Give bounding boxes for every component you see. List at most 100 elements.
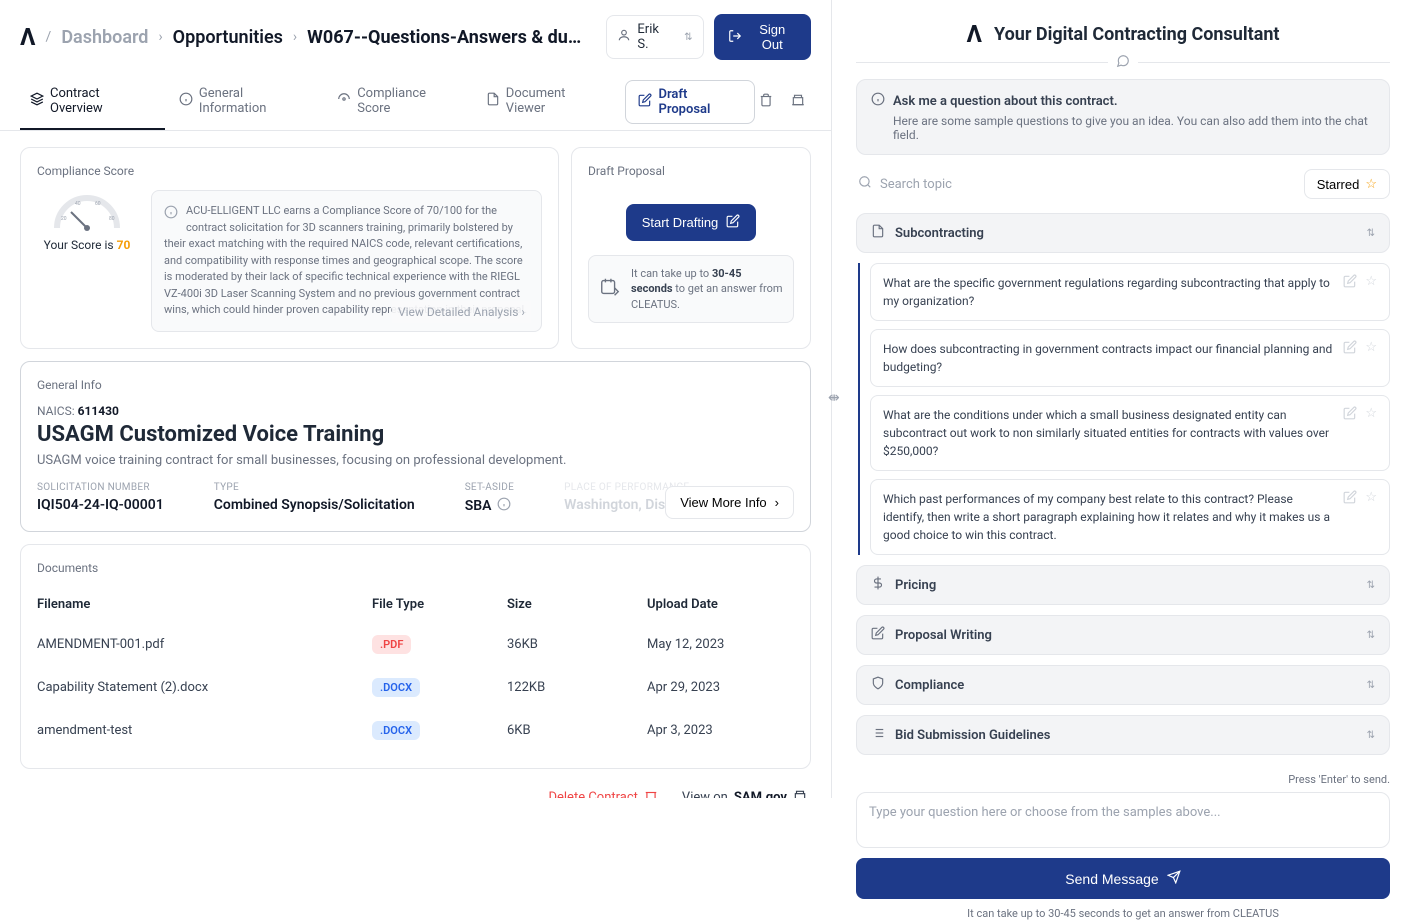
dollar-icon [871,576,885,594]
accordion-bid-submission[interactable]: Bid Submission Guidelines ⇅ [856,715,1390,755]
documents-card-title: Documents [37,561,794,575]
tab-draft-proposal[interactable]: Draft Proposal [625,80,755,124]
building-icon [793,789,807,799]
search-placeholder: Search topic [880,177,952,192]
file-icon [486,92,500,110]
star-icon[interactable]: ☆ [1365,340,1377,358]
question-item[interactable]: What are the conditions under which a sm… [870,395,1390,471]
list-icon [871,726,885,744]
col-upload: Upload Date [647,597,794,612]
cell-filetype: .DOCX [372,680,507,695]
accordion-title: Bid Submission Guidelines [895,728,1050,743]
tab-contract-overview[interactable]: Contract Overview [20,74,165,130]
view-more-info-button[interactable]: View More Info › [665,486,794,519]
contract-title: USAGM Customized Voice Training [37,422,794,447]
cell-size: 6KB [507,723,647,738]
delete-label: Delete Contract [548,790,637,798]
search-icon [858,175,872,193]
svg-text:20: 20 [61,216,67,222]
table-row[interactable]: AMENDMENT-001.pdf .PDF 36KB May 12, 2023 [37,623,794,666]
view-detailed-analysis-link[interactable]: View Detailed Analysis › [392,301,531,323]
breadcrumb-dashboard[interactable]: Dashboard [61,27,148,48]
star-icon[interactable]: ☆ [1365,490,1377,508]
edit-icon[interactable] [1343,274,1357,292]
edit-icon[interactable] [1343,406,1357,424]
tab-label: Contract Overview [50,86,155,116]
ask-subtitle: Here are some sample questions to give y… [893,114,1375,142]
view-on-sam-link[interactable]: View on SAM.gov [682,789,807,799]
building-icon[interactable] [791,93,805,111]
star-icon[interactable]: ☆ [1365,406,1377,424]
chat-divider [856,62,1390,63]
question-text: What are the conditions under which a sm… [883,406,1333,460]
search-input[interactable]: Search topic [856,169,1294,199]
question-text: Which past performances of my company be… [883,490,1333,544]
star-icon[interactable]: ☆ [1365,274,1377,292]
chat-bubble-icon [1108,54,1138,72]
svg-text:60: 60 [95,201,101,207]
clock-icon [599,276,621,302]
send-label: Send Message [1065,871,1158,887]
sol-value: IQI504-24-IQ-00001 [37,497,164,513]
info-icon[interactable] [497,497,511,515]
breadcrumb-title: W067--Questions-Answers & due… [307,27,586,48]
tab-label: Compliance Score [357,86,462,116]
score-text: Your Score is 70 [44,238,131,252]
tab-label: General Information [199,86,313,116]
trash-icon[interactable] [759,93,773,111]
user-menu[interactable]: Erik S. ⇅ [606,15,703,59]
cell-filename: amendment-test [37,723,372,738]
edit-icon [726,214,740,231]
info-icon [164,205,178,223]
svg-text:80: 80 [109,216,115,222]
compliance-card-title: Compliance Score [37,164,542,178]
accordion-compliance[interactable]: Compliance ⇅ [856,665,1390,705]
right-title: Your Digital Contracting Consultant [994,24,1280,45]
tab-document-viewer[interactable]: Document Viewer [476,74,618,130]
ask-title-text: Ask me a question about this contract. [893,94,1118,109]
cell-upload: Apr 29, 2023 [647,680,794,695]
table-row[interactable]: Capability Statement (2).docx .DOCX 122K… [37,666,794,709]
start-drafting-button[interactable]: Start Drafting [626,204,757,241]
question-item[interactable]: What are the specific government regulat… [870,263,1390,321]
tab-compliance-score[interactable]: Compliance Score [327,74,472,130]
chevron-updown-icon: ⇅ [684,32,692,43]
signout-button[interactable]: Sign Out [714,14,811,60]
edit-icon[interactable] [1343,490,1357,508]
general-card-title: General Info [37,378,794,392]
send-message-button[interactable]: Send Message [856,858,1390,899]
accordion-pricing[interactable]: Pricing ⇅ [856,565,1390,605]
message-placeholder: Type your question here or choose from t… [869,805,1221,820]
question-item[interactable]: Which past performances of my company be… [870,479,1390,555]
chevron-updown-icon: ⇅ [1367,580,1375,591]
app-logo[interactable]: Λ [20,23,36,51]
accordion-subcontracting[interactable]: Subcontracting ⇅ [856,213,1390,253]
header: Λ / Dashboard › Opportunities › W067--Qu… [0,0,831,74]
tab-general-information[interactable]: General Information [169,74,323,130]
table-row[interactable]: amendment-test .DOCX 6KB Apr 3, 2023 [37,709,794,752]
type-value: Combined Synopsis/Solicitation [214,497,415,513]
breadcrumb-opportunities[interactable]: Opportunities [173,27,283,48]
svg-text:40: 40 [75,201,81,207]
message-input[interactable]: Type your question here or choose from t… [856,792,1390,848]
accordion-title: Subcontracting [895,226,984,241]
starred-button[interactable]: Starred ☆ [1304,169,1390,199]
user-icon [617,28,631,46]
splitter-handle[interactable]: ⇼ [828,390,840,406]
col-filename: Filename [37,597,372,612]
edit-icon [871,626,885,644]
accordion-title: Proposal Writing [895,628,992,643]
accordion-proposal-writing[interactable]: Proposal Writing ⇅ [856,615,1390,655]
wait-hint: It can take up to 30-45 seconds to get a… [856,907,1390,920]
delete-contract-link[interactable]: Delete Contract [548,789,657,799]
edit-icon[interactable] [1343,340,1357,358]
tab-label: Draft Proposal [658,87,742,117]
info-icon [871,92,885,110]
gauge-icon [337,92,351,110]
question-text: How does subcontracting in government co… [883,340,1333,376]
logout-icon [728,29,742,46]
contract-description: USAGM voice training contract for small … [37,453,794,468]
accordion-title: Compliance [895,678,964,693]
question-item[interactable]: How does subcontracting in government co… [870,329,1390,387]
wait-prefix: It can take up to [631,267,712,280]
